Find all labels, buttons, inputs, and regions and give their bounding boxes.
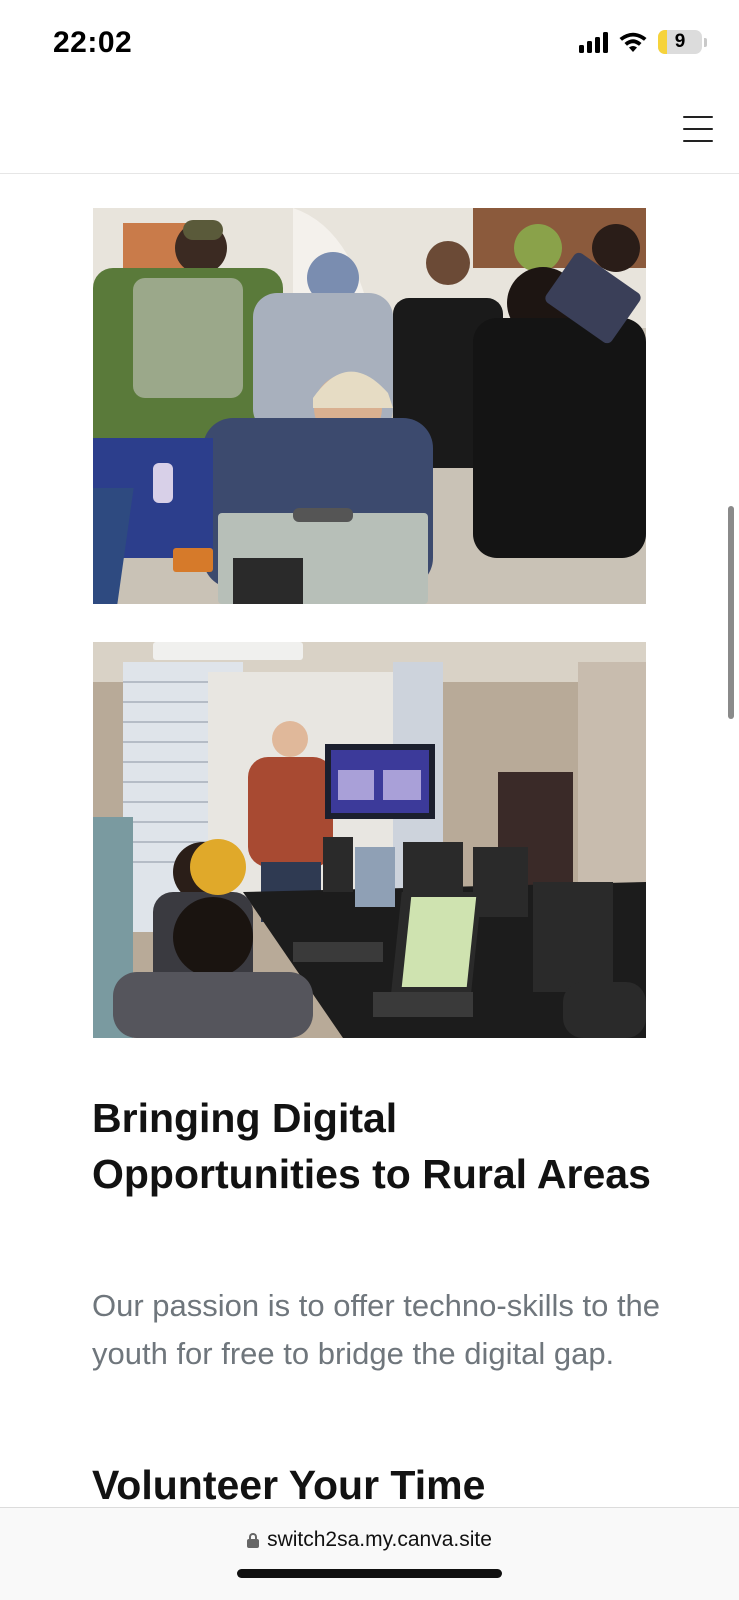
site-header (0, 88, 739, 174)
volunteer-heading: Volunteer Your Time (92, 1462, 486, 1508)
browser-address-bar[interactable]: switch2sa.my.canva.site (0, 1507, 739, 1600)
signal-icon (579, 31, 608, 53)
url-container[interactable]: switch2sa.my.canva.site (0, 1528, 739, 1552)
status-bar: 22:02 9 (0, 0, 739, 88)
scroll-indicator[interactable] (728, 506, 734, 719)
wifi-icon (619, 32, 647, 52)
battery-cap (704, 37, 707, 47)
battery-level: 9 (674, 31, 686, 52)
classroom-presentation-photo (93, 642, 646, 1038)
url-text[interactable]: switch2sa.my.canva.site (267, 1528, 492, 1552)
status-icons: 9 (579, 30, 707, 54)
group-at-computer-photo (93, 208, 646, 604)
status-time: 22:02 (53, 26, 133, 59)
lock-icon (247, 1532, 260, 1548)
section-paragraph: Our passion is to offer techno-skills to… (92, 1288, 661, 1371)
home-indicator (237, 1569, 502, 1578)
battery-body: 9 (658, 30, 702, 54)
hamburger-menu-icon[interactable] (681, 112, 715, 146)
battery-icon: 9 (658, 30, 707, 54)
section-heading: Bringing Digital Opportunities to Rural … (92, 1095, 651, 1197)
battery-fill (658, 30, 667, 54)
